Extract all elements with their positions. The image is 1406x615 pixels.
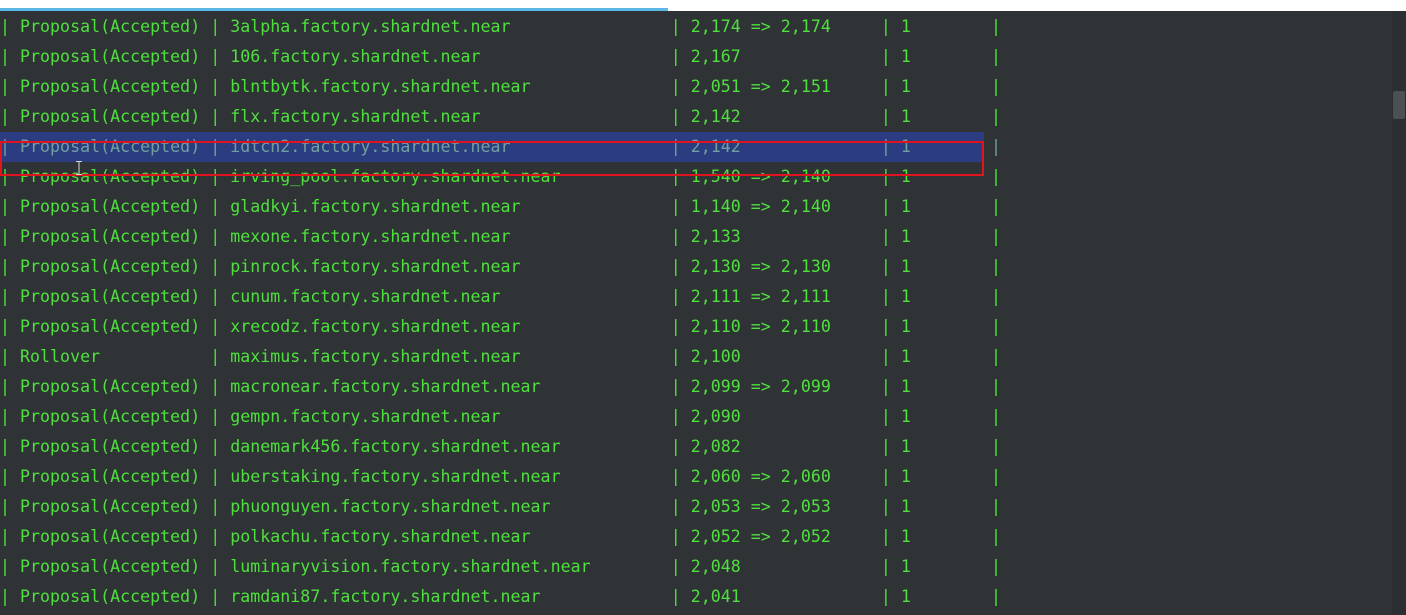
table-row: | Proposal(Accepted) | xrecodz.factory.s…: [0, 317, 1002, 336]
table-row: | Proposal(Accepted) | irving_pool.facto…: [0, 167, 1002, 186]
table-row-selected: | Proposal(Accepted) | idtcn2.factory.sh…: [0, 132, 1001, 162]
table-row: | Rollover | maximus.factory.shardnet.ne…: [0, 347, 1002, 366]
table-row: | Proposal(Accepted) | gladkyi.factory.s…: [0, 197, 1002, 216]
scrollbar-thumb[interactable]: [1393, 91, 1405, 119]
table-row: | Proposal(Accepted) | 106.factory.shard…: [0, 47, 1002, 66]
table-row: | Proposal(Accepted) | mexone.factory.sh…: [0, 227, 1002, 246]
table-row: | Proposal(Accepted) | polkachu.factory.…: [0, 527, 1002, 546]
table-row: | Proposal(Accepted) | cunum.factory.sha…: [0, 287, 1002, 306]
table-row: | Proposal(Accepted) | pinrock.factory.s…: [0, 257, 1002, 276]
table-row: | Proposal(Accepted) | 3alpha.factory.sh…: [0, 17, 1002, 36]
table-row: | Proposal(Accepted) | blntbytk.factory.…: [0, 77, 1002, 96]
table-row: | Proposal(Accepted) | uberstaking.facto…: [0, 467, 1002, 486]
table-row: | Proposal(Accepted) | ramdani87.factory…: [0, 587, 1002, 606]
table-row: | Proposal(Accepted) | macronear.factory…: [0, 377, 1002, 396]
vertical-scrollbar[interactable]: [1392, 11, 1406, 615]
table-row: | Proposal(Accepted) | luminaryvision.fa…: [0, 557, 1002, 576]
table-row: | Proposal(Accepted) | phuonguyen.factor…: [0, 497, 1002, 516]
table-row: | Proposal(Accepted) | gempn.factory.sha…: [0, 407, 1002, 426]
terminal-output[interactable]: | Proposal(Accepted) | 3alpha.factory.sh…: [0, 11, 1392, 615]
table-row: | Proposal(Accepted) | flx.factory.shard…: [0, 107, 1002, 126]
table-row: | Proposal(Accepted) | danemark456.facto…: [0, 437, 1002, 456]
